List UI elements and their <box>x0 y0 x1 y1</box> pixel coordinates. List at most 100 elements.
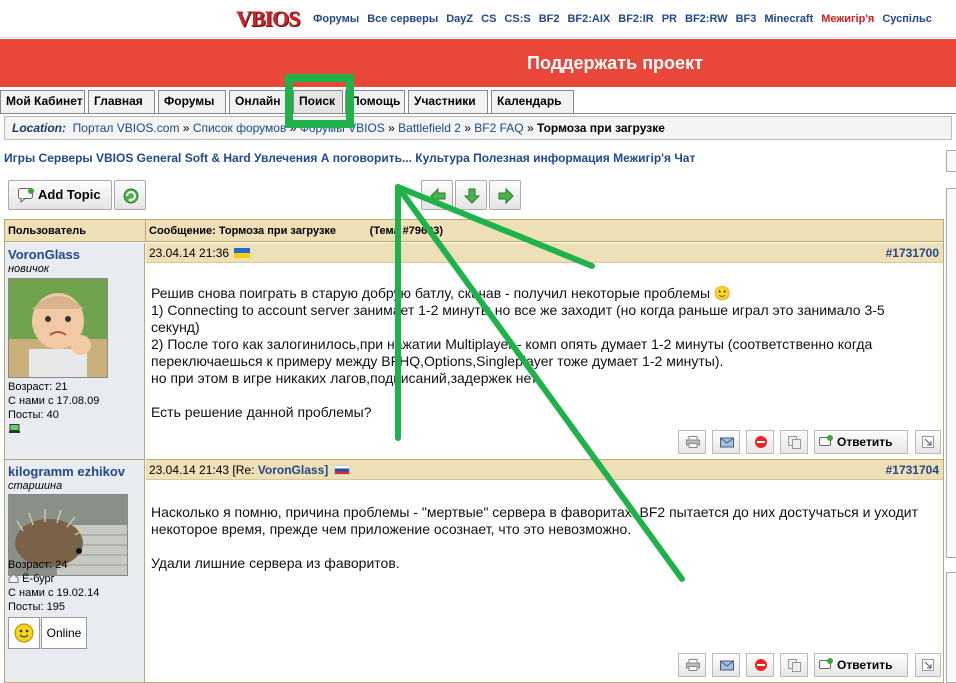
arrow-corner-icon <box>922 659 934 671</box>
category-links[interactable]: Игры Серверы VBIOS General Soft & Hard У… <box>4 151 695 165</box>
add-topic-label: Add Topic <box>38 187 101 202</box>
top-link-all-servers[interactable]: Все серверы <box>367 13 438 25</box>
print-button[interactable] <box>678 653 706 677</box>
tab-members[interactable]: Участники <box>408 90 488 113</box>
reply-label: Ответить <box>837 435 893 449</box>
report-post-button[interactable] <box>746 430 774 454</box>
post-author-age: Возраст: 21 <box>8 381 68 393</box>
site-logo[interactable]: VBIOS <box>236 6 306 34</box>
copy-post-button[interactable] <box>780 430 808 454</box>
reply-to-prefix: [Re: <box>232 463 255 477</box>
reply-to-user-link[interactable]: VoronGlass] <box>258 463 328 477</box>
report-post-button[interactable] <box>746 653 774 677</box>
add-topic-button[interactable]: Add Topic <box>8 180 112 210</box>
top-link-suspilstvo[interactable]: Суспільс <box>882 13 931 25</box>
sidebar-box <box>946 150 956 172</box>
email-post-button[interactable] <box>712 653 740 677</box>
main-tabs: Мой Кабинет Главная Форумы Онлайн Поиск … <box>0 90 956 114</box>
printer-icon <box>686 659 700 671</box>
right-sidebar <box>946 150 956 683</box>
breadcrumb-forum-list[interactable]: Список форумов <box>193 121 287 135</box>
post-date: 23.04.14 21:36 <box>149 246 230 260</box>
top-link-bf2-aix[interactable]: BF2:AIX <box>567 13 610 25</box>
copy-icon <box>788 659 801 672</box>
top-link-bf2-ir[interactable]: BF2:IR <box>618 13 653 25</box>
post-number-link[interactable]: #1731700 <box>886 243 939 263</box>
post-author-name[interactable]: VoronGlass <box>8 247 80 262</box>
jump-top-button[interactable] <box>915 430 941 454</box>
post-date: 23.04.14 21:43 <box>149 463 230 477</box>
post-author-panel: VoronGlass новичок Возраст: 21 С нами с … <box>5 243 145 460</box>
block-icon <box>755 659 767 671</box>
add-topic-icon <box>18 188 34 203</box>
topic-id: (Тема #79693) <box>369 225 444 237</box>
online-status-badge: Online <box>41 617 87 649</box>
print-button[interactable] <box>678 430 706 454</box>
breadcrumb-bf2-faq[interactable]: BF2 FAQ <box>474 121 523 135</box>
tab-divider <box>0 113 956 114</box>
email-post-button[interactable] <box>712 430 740 454</box>
top-link-bf2-rw[interactable]: BF2:RW <box>685 13 728 25</box>
top-link-bf3[interactable]: BF3 <box>736 13 757 25</box>
breadcrumb-portal[interactable]: Портал VBIOS.com <box>73 121 180 135</box>
reply-icon <box>819 435 833 446</box>
next-topic-button[interactable] <box>489 180 521 210</box>
post-header: 23.04.14 21:43 [Re: VoronGlass] #1731704 <box>146 460 943 480</box>
next-unread-button[interactable] <box>455 180 487 210</box>
top-link-forums[interactable]: Форумы <box>313 13 359 25</box>
posts-table: Пользователь Сообщение: Тормоза при загр… <box>4 219 944 683</box>
message-subject: Сообщение: Тормоза при загрузке <box>149 225 337 237</box>
offline-computer-icon <box>9 424 20 433</box>
post-author-posts: Посты: 40 <box>8 409 59 421</box>
column-header-message: Сообщение: Тормоза при загрузке (Тема #7… <box>146 220 943 242</box>
post-actions: Ответить <box>678 430 941 456</box>
top-link-minecraft[interactable]: Minecraft <box>764 13 813 25</box>
post-message-panel: 23.04.14 21:36 #1731700 Решив снова поиг… <box>146 243 943 460</box>
block-icon <box>755 436 767 448</box>
reply-label: Ответить <box>837 658 893 672</box>
tab-forums[interactable]: Форумы <box>158 90 226 113</box>
copy-post-button[interactable] <box>780 653 808 677</box>
breadcrumb-current: Тормоза при загрузке <box>537 121 665 135</box>
previous-topic-button[interactable] <box>421 180 453 210</box>
ukraine-flag-icon <box>234 248 251 258</box>
top-link-cs[interactable]: CS <box>481 13 496 25</box>
top-link-pr[interactable]: PR <box>662 13 677 25</box>
reply-button[interactable]: Ответить <box>814 430 908 454</box>
support-banner[interactable]: Поддержать проект <box>0 39 956 87</box>
banner-text[interactable]: Поддержать проект <box>527 53 703 74</box>
jump-top-button[interactable] <box>915 653 941 677</box>
post-author-rank: старшина <box>8 480 63 492</box>
tab-help[interactable]: Помощь <box>345 90 405 113</box>
highlight-box-annotation <box>285 74 354 128</box>
arrow-right-icon <box>498 187 514 205</box>
copy-icon <box>788 436 801 449</box>
top-link-mezhyhirya[interactable]: Межигір'я <box>821 13 874 25</box>
reply-button[interactable]: Ответить <box>814 653 908 677</box>
top-links: Форумы Все серверы DayZ CS CS:S BF2 BF2:AIX BF2… <box>313 13 940 25</box>
post-actions: Ответить <box>678 653 941 679</box>
column-header-user: Пользователь <box>5 220 146 242</box>
email-icon <box>720 437 734 448</box>
tab-my-cabinet[interactable]: Мой Кабинет <box>0 90 85 113</box>
post-author-joined: С нами с 17.08.09 <box>8 395 100 407</box>
post-author-rank: новичок <box>8 263 50 275</box>
icq-button[interactable] <box>8 617 40 649</box>
email-icon <box>720 660 734 671</box>
top-link-css[interactable]: CS:S <box>504 13 530 25</box>
breadcrumb-bf2[interactable]: Battlefield 2 <box>398 121 461 135</box>
home-icon <box>8 573 19 583</box>
top-link-dayz[interactable]: DayZ <box>446 13 473 25</box>
tab-home[interactable]: Главная <box>88 90 155 113</box>
post-number-link[interactable]: #1731704 <box>886 460 939 480</box>
reply-topic-button[interactable] <box>114 180 146 210</box>
post-author-city: Ё-бург <box>8 572 55 586</box>
russia-flag-icon <box>333 465 350 475</box>
arrow-corner-icon <box>922 436 934 448</box>
tab-calendar[interactable]: Календарь <box>491 90 574 113</box>
post-author-name[interactable]: kilogramm ezhikov <box>8 464 125 479</box>
top-link-bf2[interactable]: BF2 <box>539 13 560 25</box>
refresh-arrow-icon <box>123 188 139 204</box>
avatar[interactable] <box>8 278 108 378</box>
tab-online[interactable]: Онлайн <box>229 90 291 113</box>
